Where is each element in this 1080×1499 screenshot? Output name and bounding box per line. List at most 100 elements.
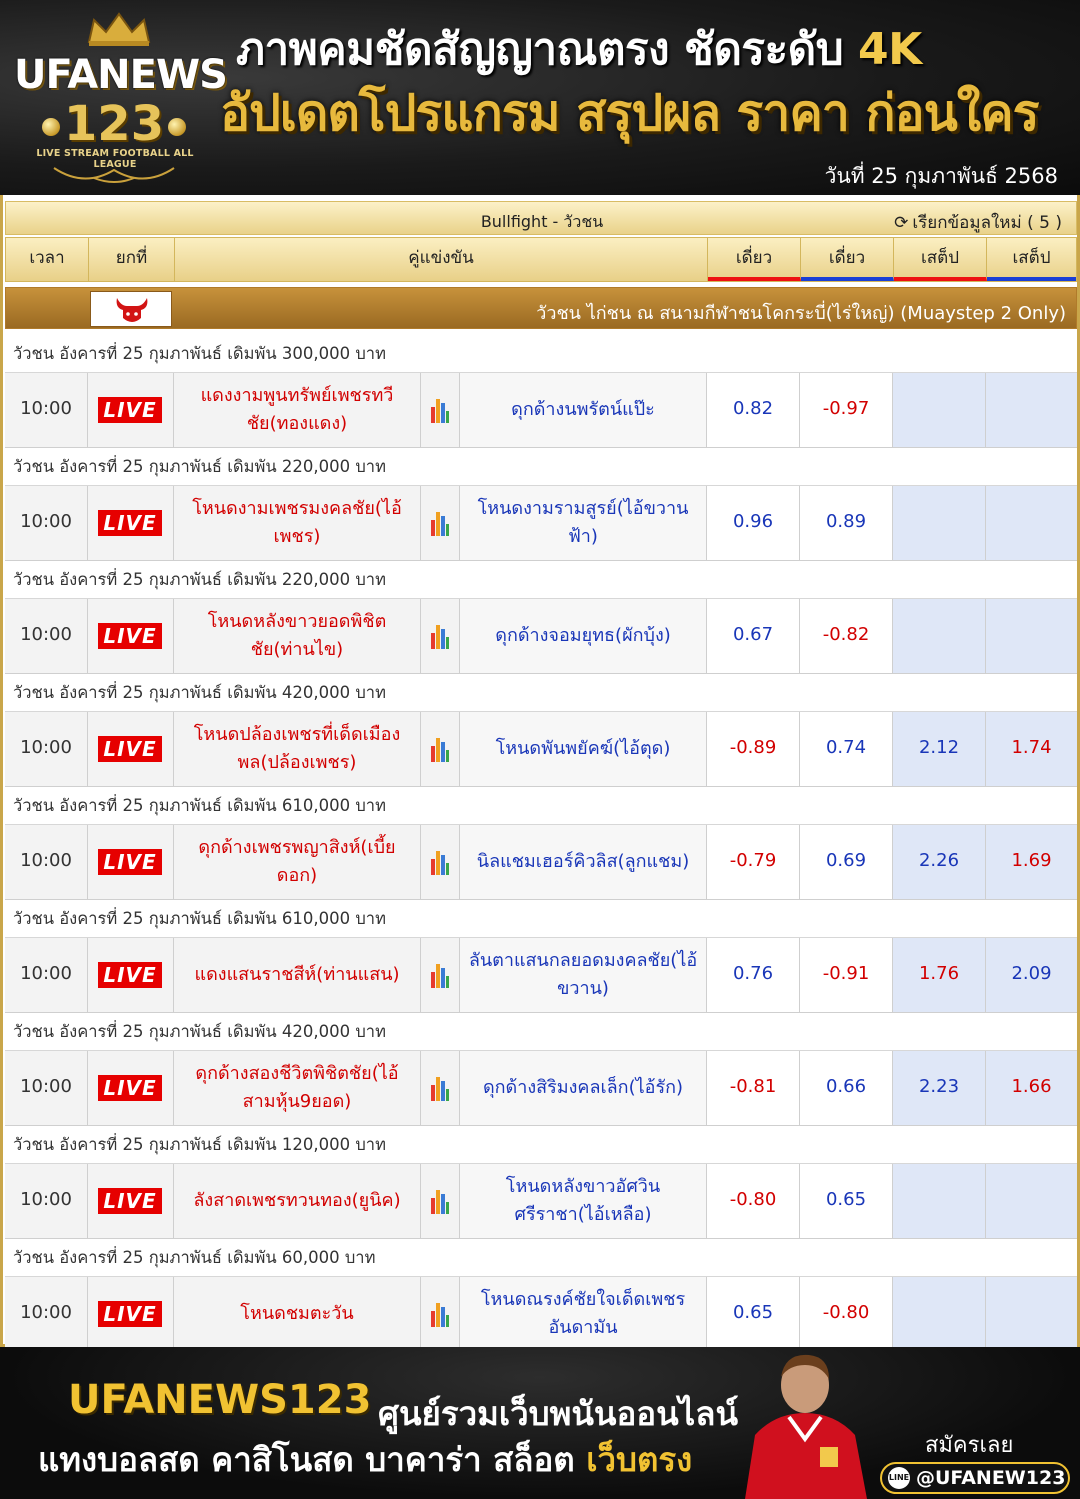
odds-step-2[interactable]: 2.09	[986, 938, 1077, 1012]
match-group-label: วัวชน อังคารที่ 25 กุมภาพันธ์ เดิมพัน 42…	[5, 674, 1077, 712]
match-time: 10:00	[5, 938, 88, 1012]
odds-single-2[interactable]: -0.80	[800, 1277, 893, 1351]
away-team[interactable]: โหนดพันพยัคฆ์(ไอ้ตุด)	[460, 712, 707, 786]
stats-chart-icon[interactable]	[430, 845, 450, 877]
live-badge[interactable]: LIVE	[98, 849, 162, 875]
stats-chart-icon[interactable]	[430, 1071, 450, 1103]
home-team[interactable]: โหนดปล้องเพชรที่เด็ดเมืองพล(ปล้องเพชร)	[174, 712, 421, 786]
odds-step-2[interactable]: 1.74	[986, 712, 1077, 786]
crown-icon	[87, 12, 151, 46]
odds-step-2[interactable]	[986, 1164, 1077, 1238]
match-time: 10:00	[5, 373, 88, 447]
home-team[interactable]: แดงงามพูนทรัพย์เพชรทวีชัย(ทองแดง)	[174, 373, 421, 447]
odds-single-2[interactable]: 0.74	[800, 712, 893, 786]
odds-single-2[interactable]: -0.91	[800, 938, 893, 1012]
away-team[interactable]: โหนดงามรามสูรย์(ไอ้ขวานฟ้า)	[460, 486, 707, 560]
col-odds-step-2: เสต็ป	[987, 238, 1076, 281]
live-badge[interactable]: LIVE	[98, 962, 162, 988]
away-team[interactable]: ดุกด้างจอมยุทธ(ผักบุ้ง)	[460, 599, 707, 673]
table-header-row: เวลา ยกที่ คู่แข่งขัน เดี่ยว เดี่ยว เสต็…	[5, 237, 1077, 282]
stats-cell	[421, 1051, 460, 1125]
odds-single-1[interactable]: 0.82	[707, 373, 800, 447]
odds-single-2[interactable]: 0.65	[800, 1164, 893, 1238]
odds-single-2[interactable]: 0.69	[800, 825, 893, 899]
match-group-label: วัวชน อังคารที่ 25 กุมภาพันธ์ เดิมพัน 60…	[5, 1239, 1077, 1277]
home-team[interactable]: แดงแสนราชสีห์(ท่านแสน)	[174, 938, 421, 1012]
match-time: 10:00	[5, 712, 88, 786]
odds-step-1[interactable]	[893, 486, 986, 560]
odds-step-1[interactable]	[893, 373, 986, 447]
odds-single-2[interactable]: -0.97	[800, 373, 893, 447]
col-round: ยกที่	[89, 238, 175, 281]
header-banner: UFANEWS 123 LIVE STREAM FOOTBALL ALL LEA…	[0, 0, 1080, 195]
odds-single-1[interactable]: 0.65	[707, 1277, 800, 1351]
odds-step-1[interactable]	[893, 1164, 986, 1238]
live-cell: LIVE	[88, 599, 174, 673]
away-team[interactable]: ดุกด้างนพรัตน์แป๊ะ	[460, 373, 707, 447]
home-team[interactable]: ดุกด้างสองชีวิตพิชิตชัย(ไอ้สามหุ้น9ยอด)	[174, 1051, 421, 1125]
odds-single-2[interactable]: 0.89	[800, 486, 893, 560]
stats-chart-icon[interactable]	[430, 732, 450, 764]
odds-step-1[interactable]: 1.76	[893, 938, 986, 1012]
line-id-button[interactable]: LINE @UFANEW123	[880, 1462, 1070, 1494]
stats-chart-icon[interactable]	[430, 393, 450, 425]
live-badge[interactable]: LIVE	[98, 1075, 162, 1101]
headline-update: อัปเดตโปรแกรม สรุปผล ราคา ก่อนใคร	[220, 84, 1039, 142]
live-badge[interactable]: LIVE	[98, 510, 162, 536]
odds-step-1[interactable]: 2.26	[893, 825, 986, 899]
stats-chart-icon[interactable]	[430, 1297, 450, 1329]
live-badge[interactable]: LIVE	[98, 397, 162, 423]
odds-step-2[interactable]	[986, 599, 1077, 673]
odds-single-2[interactable]: 0.66	[800, 1051, 893, 1125]
odds-step-1[interactable]: 2.23	[893, 1051, 986, 1125]
home-team[interactable]: โหนดหลังขาวยอดพิชิตชัย(ท่านไข)	[174, 599, 421, 673]
refresh-button[interactable]: ⟳ เรียกข้อมูลใหม่ ( 5 )	[894, 209, 1062, 236]
odds-single-1[interactable]: 0.76	[707, 938, 800, 1012]
home-team[interactable]: โหนดชมตะวัน	[174, 1277, 421, 1351]
odds-single-1[interactable]: 0.67	[707, 599, 800, 673]
odds-step-1[interactable]	[893, 1277, 986, 1351]
stats-chart-icon[interactable]	[430, 619, 450, 651]
odds-step-2[interactable]: 1.69	[986, 825, 1077, 899]
stats-cell	[421, 1277, 460, 1351]
match-group-label: วัวชน อังคารที่ 25 กุมภาพันธ์ เดิมพัน 42…	[5, 1013, 1077, 1051]
stats-chart-icon[interactable]	[430, 1184, 450, 1216]
live-badge[interactable]: LIVE	[98, 623, 162, 649]
stats-cell	[421, 825, 460, 899]
match-group-label: วัวชน อังคารที่ 25 กุมภาพันธ์ เดิมพัน 61…	[5, 900, 1077, 938]
stats-chart-icon[interactable]	[430, 958, 450, 990]
league-name: วัวชน ไก่ชน ณ สนามกีฬาชนโคกระบี่(ไร่ใหญ่…	[536, 303, 1066, 324]
odds-step-2[interactable]	[986, 373, 1077, 447]
away-team[interactable]: ลันตาแสนกลยอดมงคลชัย(ไอ้ขวาน)	[460, 938, 707, 1012]
stats-chart-icon[interactable]	[430, 506, 450, 538]
away-team[interactable]: โหนดณรงค์ชัยใจเด็ดเพชรอันดามัน	[460, 1277, 707, 1351]
stats-cell	[421, 1164, 460, 1238]
odds-single-1[interactable]: -0.80	[707, 1164, 800, 1238]
odds-single-2[interactable]: -0.82	[800, 599, 893, 673]
odds-step-2[interactable]: 1.66	[986, 1051, 1077, 1125]
odds-step-1[interactable]	[893, 599, 986, 673]
site-logo[interactable]: UFANEWS 123 LIVE STREAM FOOTBALL ALL LEA…	[14, 8, 228, 188]
odds-step-2[interactable]	[986, 1277, 1077, 1351]
away-team[interactable]: นิลแชมเฮอร์คิวลิส(ลูกแชม)	[460, 825, 707, 899]
odds-single-1[interactable]: -0.89	[707, 712, 800, 786]
refresh-icon: ⟳	[894, 213, 909, 233]
live-badge[interactable]: LIVE	[98, 1188, 162, 1214]
live-badge[interactable]: LIVE	[98, 1301, 162, 1327]
match-time: 10:00	[5, 1277, 88, 1351]
away-team[interactable]: โหนดหลังขาวอัศวินศรีราชา(ไอ้เหลือ)	[460, 1164, 707, 1238]
col-time: เวลา	[6, 238, 89, 281]
home-team[interactable]: ดุกด้างเพชรพญาสิงห์(เบี้ยดอก)	[174, 825, 421, 899]
match-row: 10:00 LIVE แดงแสนราชสีห์(ท่านแสน) ลันตาแ…	[5, 938, 1077, 1013]
odds-step-2[interactable]	[986, 486, 1077, 560]
odds-single-1[interactable]: -0.79	[707, 825, 800, 899]
line-icon: LINE	[888, 1467, 910, 1489]
odds-step-1[interactable]: 2.12	[893, 712, 986, 786]
odds-single-1[interactable]: 0.96	[707, 486, 800, 560]
odds-single-1[interactable]: -0.81	[707, 1051, 800, 1125]
away-team[interactable]: ดุกด้างสิริมงคลเล็ก(ไอ้รัก)	[460, 1051, 707, 1125]
live-badge[interactable]: LIVE	[98, 736, 162, 762]
match-row: 10:00 LIVE โหนดงามเพชรมงคลชัย(ไอ้เพชร) โ…	[5, 486, 1077, 561]
home-team[interactable]: โหนดงามเพชรมงคลชัย(ไอ้เพชร)	[174, 486, 421, 560]
home-team[interactable]: ลังสาดเพชรทวนทอง(ยูนิค)	[174, 1164, 421, 1238]
